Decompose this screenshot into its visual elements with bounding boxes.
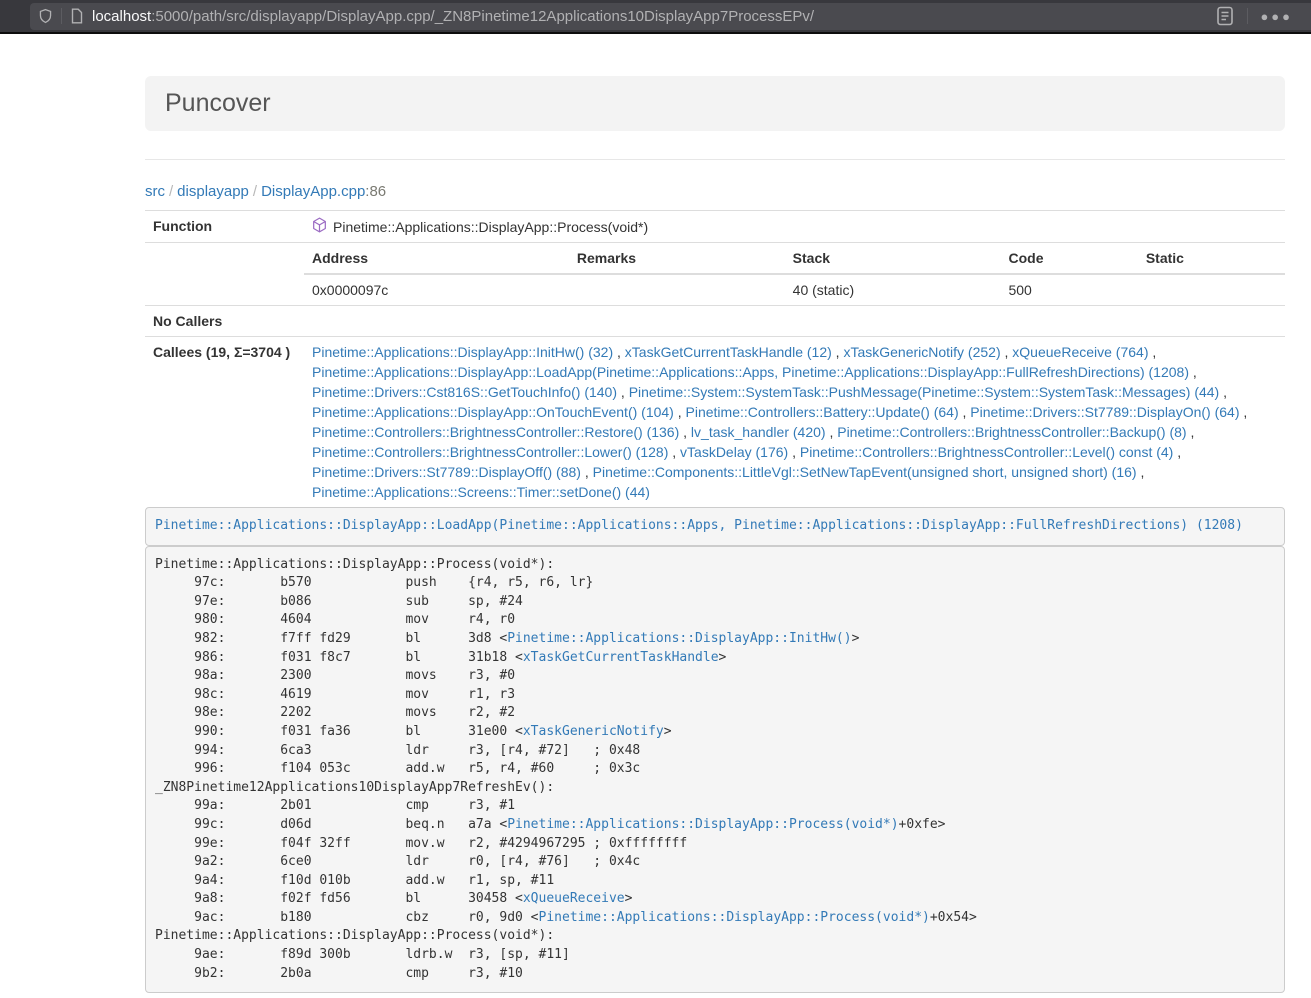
callee-link[interactable]: Pinetime::Drivers::St7789::DisplayOn() (… bbox=[970, 404, 1239, 420]
browser-toolbar: localhost:5000/path/src/displayapp/Displ… bbox=[0, 0, 1311, 34]
breadcrumb-separator: / bbox=[165, 183, 177, 200]
symbol-cube-icon bbox=[312, 217, 327, 238]
callee-link[interactable]: xTaskGetCurrentTaskHandle (12) bbox=[625, 344, 832, 360]
callee-link[interactable]: Pinetime::Applications::DisplayApp::Init… bbox=[312, 344, 613, 360]
col-header-static: Static bbox=[1138, 243, 1285, 274]
assembly-symbol-link[interactable]: Pinetime::Applications::DisplayApp::Proc… bbox=[539, 910, 930, 925]
url-host: localhost bbox=[92, 8, 151, 25]
reader-mode-icon[interactable] bbox=[1215, 5, 1235, 27]
url-input[interactable]: localhost:5000/path/src/displayapp/Displ… bbox=[92, 8, 1211, 25]
app-header: Puncover bbox=[145, 76, 1285, 131]
callee-link[interactable]: Pinetime::Controllers::BrightnessControl… bbox=[837, 424, 1186, 440]
callee-link[interactable]: lv_task_handler (420) bbox=[691, 424, 826, 440]
table-row: Callees (19, Σ=3704 ) Pinetime::Applicat… bbox=[145, 337, 1285, 508]
assembly-symbol-link[interactable]: xTaskGetCurrentTaskHandle bbox=[523, 650, 719, 665]
breadcrumb: src/displayapp/DisplayApp.cpp:86 bbox=[145, 183, 1285, 200]
table-row: Address Remarks Stack Code Static 0x0000… bbox=[145, 243, 1285, 306]
callees-list: Pinetime::Applications::DisplayApp::Init… bbox=[304, 337, 1285, 508]
col-header-address: Address bbox=[304, 243, 569, 274]
divider bbox=[61, 8, 62, 24]
no-callers-label: No Callers bbox=[145, 306, 304, 337]
function-name: Pinetime::Applications::DisplayApp::Proc… bbox=[333, 217, 648, 237]
callee-link[interactable]: xQueueReceive (764) bbox=[1012, 344, 1148, 360]
breadcrumb-line-number: :86 bbox=[365, 183, 386, 200]
col-header-remarks: Remarks bbox=[569, 243, 785, 274]
callee-link[interactable]: xTaskGenericNotify (252) bbox=[843, 344, 1000, 360]
function-row-label: Function bbox=[145, 211, 304, 243]
breadcrumb-link[interactable]: src bbox=[145, 183, 165, 200]
page-title: Puncover bbox=[165, 89, 1265, 118]
assembly-symbol-link[interactable]: xQueueReceive bbox=[523, 891, 625, 906]
callee-link[interactable]: Pinetime::Components::LittleVgl::SetNewT… bbox=[593, 464, 1137, 480]
divider bbox=[1247, 8, 1248, 24]
callee-link[interactable]: Pinetime::Controllers::BrightnessControl… bbox=[312, 424, 679, 440]
cell-remarks bbox=[569, 274, 785, 305]
page-info-icon[interactable] bbox=[70, 8, 84, 24]
callee-link[interactable]: Pinetime::Drivers::Cst816S::GetTouchInfo… bbox=[312, 384, 617, 400]
assembly-symbol-link[interactable]: Pinetime::Applications::DisplayApp::Init… bbox=[507, 631, 851, 646]
col-header-stack: Stack bbox=[785, 243, 1001, 274]
callee-link[interactable]: Pinetime::Applications::DisplayApp::OnTo… bbox=[312, 404, 674, 420]
callee-link[interactable]: Pinetime::Controllers::BrightnessControl… bbox=[312, 444, 668, 460]
breadcrumb-link[interactable]: displayapp bbox=[177, 183, 249, 200]
cell-code: 500 bbox=[1000, 274, 1137, 305]
shield-icon[interactable] bbox=[38, 8, 53, 24]
function-detail-table: Address Remarks Stack Code Static 0x0000… bbox=[304, 243, 1285, 305]
page-container: Puncover src/displayapp/DisplayApp.cpp:8… bbox=[145, 76, 1285, 993]
table-row: No Callers bbox=[145, 306, 1285, 337]
cell-address: 0x0000097c bbox=[304, 274, 569, 305]
divider bbox=[145, 159, 1285, 160]
breadcrumb-separator: / bbox=[249, 183, 261, 200]
callee-link[interactable]: Pinetime::Applications::Screens::Timer::… bbox=[312, 484, 650, 500]
more-menu-icon[interactable]: ●●● bbox=[1256, 9, 1303, 24]
callee-link[interactable]: vTaskDelay (176) bbox=[680, 444, 788, 460]
col-header-code: Code bbox=[1000, 243, 1137, 274]
url-bar[interactable]: localhost:5000/path/src/displayapp/Displ… bbox=[30, 3, 1311, 30]
cell-stack: 40 (static) bbox=[785, 274, 1001, 305]
cell-static bbox=[1138, 274, 1285, 305]
highlighted-callee-link[interactable]: Pinetime::Applications::DisplayApp::Load… bbox=[155, 518, 1243, 533]
callee-link[interactable]: Pinetime::Controllers::BrightnessControl… bbox=[800, 444, 1173, 460]
assembly-symbol-link[interactable]: Pinetime::Applications::DisplayApp::Proc… bbox=[507, 817, 898, 832]
callee-link[interactable]: Pinetime::Applications::DisplayApp::Load… bbox=[312, 364, 1189, 380]
table-row: 0x0000097c 40 (static) 500 bbox=[304, 274, 1285, 305]
assembly-listing: Pinetime::Applications::DisplayApp::Proc… bbox=[145, 546, 1285, 994]
callee-link[interactable]: Pinetime::Drivers::St7789::DisplayOff() … bbox=[312, 464, 581, 480]
url-path: :5000/path/src/displayapp/DisplayApp.cpp… bbox=[151, 8, 814, 25]
symbol-info-table: Function Pinetime::Applications::Display… bbox=[145, 210, 1285, 507]
highlighted-callee-box: Pinetime::Applications::DisplayApp::Load… bbox=[145, 507, 1285, 546]
callee-link[interactable]: Pinetime::Controllers::Battery::Update()… bbox=[686, 404, 959, 420]
table-row: Function Pinetime::Applications::Display… bbox=[145, 211, 1285, 243]
breadcrumb-link[interactable]: DisplayApp.cpp bbox=[261, 183, 365, 200]
callee-link[interactable]: Pinetime::System::SystemTask::PushMessag… bbox=[629, 384, 1220, 400]
assembly-symbol-link[interactable]: xTaskGenericNotify bbox=[523, 724, 664, 739]
callees-label: Callees (19, Σ=3704 ) bbox=[145, 337, 304, 508]
